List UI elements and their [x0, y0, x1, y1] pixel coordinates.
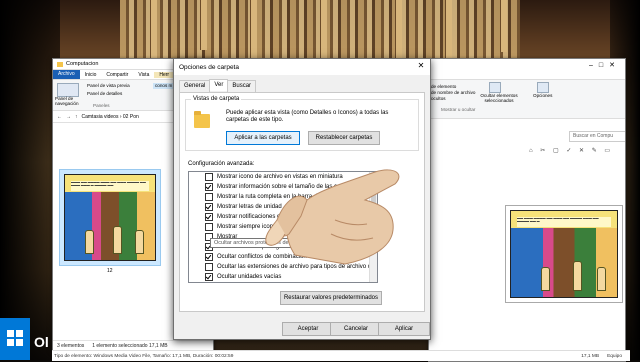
ribbon-item[interactable]: de elemento [431, 84, 456, 89]
setting-checkbox[interactable] [205, 263, 213, 271]
comic-figure [135, 230, 144, 254]
setting-checkbox[interactable] [205, 203, 213, 211]
tab-file[interactable]: Archivo [53, 70, 80, 79]
item-type-info: Tipo de elemento: Windows Media Video Fi… [54, 353, 234, 359]
comic-figure [85, 230, 94, 254]
up-icon[interactable]: ↑ [75, 114, 78, 120]
tab-tools[interactable]: Herr [154, 71, 175, 78]
options-icon[interactable] [537, 82, 549, 93]
nav-pane-icon[interactable] [57, 83, 79, 97]
advanced-settings-label: Configuración avanzada: [188, 161, 255, 167]
start-button[interactable] [0, 318, 30, 360]
tab-home[interactable]: Inicio [80, 72, 102, 78]
setting-checkbox[interactable] [205, 223, 213, 231]
preview-pane-label[interactable]: Panel de vista previa [87, 83, 130, 88]
folder-views-description: Puede aplicar esta vista (como Detalles … [226, 110, 389, 123]
dialog-titlebar: Opciones de carpeta ✕ [174, 59, 430, 75]
item-size: 17,1 MB [581, 353, 600, 359]
comic-caption: ▬▬ ▬▬▬ ▬▬▬▬ ▬▬ ▬▬▬ ▬▬ ▬▬▬▬ ▬▬▬ ▬▬ ▬▬▬▬ ▬… [517, 217, 611, 227]
right-explorer-window: –□✕ de elemento de nombre de archivo ocu… [428, 58, 626, 362]
setting-label: Ocultar unidades vacías [217, 274, 282, 280]
apply-to-folders-button[interactable]: Aplicar a las carpetas [226, 131, 300, 145]
preview-pane-image: ▬▬ ▬▬▬ ▬▬▬▬ ▬▬ ▬▬▬ ▬▬ ▬▬▬▬ ▬▬▬ ▬▬ ▬▬▬▬ ▬… [505, 205, 623, 303]
comic-figure [541, 267, 550, 291]
setting-checkbox[interactable] [205, 193, 213, 201]
nav-pane-label[interactable]: Panel de navegación [55, 96, 85, 106]
spire [395, 0, 402, 66]
dialog-title: Opciones de carpeta [179, 63, 239, 71]
comic-figure [573, 261, 582, 291]
spire [200, 0, 207, 50]
dialog-tabs: General Ver Buscar [179, 79, 257, 92]
search-input[interactable]: Buscar en Compu [569, 131, 625, 142]
ribbon-item[interactable]: ocultos [431, 96, 446, 101]
details-pane-label[interactable]: Panel de detalles [87, 91, 122, 96]
folder-views-label: Vistas de carpeta [191, 96, 242, 102]
folder-icon [194, 111, 210, 128]
tab-search[interactable]: Buscar [227, 80, 257, 92]
tab-view[interactable]: Ver [209, 79, 229, 91]
setting-row[interactable]: Ocultar unidades vacías [189, 272, 377, 282]
restore-defaults-button[interactable]: Restaurar valores predeterminados [280, 291, 382, 305]
back-icon[interactable]: ← [57, 114, 62, 120]
windows-logo-icon [7, 330, 23, 346]
forward-icon[interactable]: → [66, 114, 71, 120]
comic-caption: ▬▬▬ ▬▬ ▬▬▬▬ ▬▬▬ ▬▬ ▬▬▬ ▬▬▬▬ ▬▬ ▬▬▬ ▬▬▬ ▬… [71, 181, 149, 191]
reset-folders-button[interactable]: Restablecer carpetas [308, 131, 380, 145]
hide-selected-icon[interactable] [489, 82, 501, 93]
right-ribbon: de elemento de nombre de archivo ocultos… [429, 79, 625, 119]
folder-views-group: Vistas de carpeta Puede aplicar esta vis… [185, 96, 419, 151]
tab-general[interactable]: General [179, 80, 211, 92]
options-button[interactable]: Opciones [533, 93, 552, 98]
status-count: 3 elementos [57, 343, 85, 349]
setting-checkbox[interactable] [205, 173, 213, 181]
breadcrumb[interactable]: Camtasia videos › 02 Pon [82, 114, 139, 120]
device-label: Equipo [607, 353, 622, 359]
ribbon-group-label: Paneles [93, 103, 110, 108]
tab-share[interactable]: Compartir [101, 72, 133, 78]
video-thumbnail[interactable]: ▬▬▬ ▬▬ ▬▬▬▬ ▬▬▬ ▬▬ ▬▬▬ ▬▬▬▬ ▬▬ ▬▬▬ ▬▬▬ ▬… [59, 169, 161, 266]
setting-checkbox[interactable] [205, 253, 213, 261]
folder-icon [57, 61, 63, 67]
icons-option[interactable]: conos m [153, 83, 175, 89]
ribbon-item[interactable]: de nombre de archivo [431, 90, 475, 95]
details-status-bar: Tipo de elemento: Windows Media Video Fi… [52, 350, 630, 361]
partial-text: Ol [34, 334, 49, 350]
cancel-button[interactable]: Cancelar [330, 322, 382, 336]
ok-button[interactable]: Aceptar [282, 322, 334, 336]
ribbon-group-label: Mostrar u ocultar [441, 107, 476, 112]
tab-view[interactable]: Vista [133, 72, 154, 78]
comic-image: ▬▬▬ ▬▬ ▬▬▬▬ ▬▬▬ ▬▬ ▬▬▬ ▬▬▬▬ ▬▬ ▬▬▬ ▬▬▬ ▬… [64, 174, 156, 261]
apply-button[interactable]: Aplicar [378, 322, 430, 336]
hide-selected-button[interactable]: Ocultar elementos seleccionados [479, 93, 519, 103]
status-selected: 1 elemento seleccionado 17,1 MB [92, 343, 168, 349]
spire [150, 0, 157, 60]
preview-toolbar[interactable]: ⌂ ✂ ▢ ✓ ✕ ✎ ▭ [529, 147, 613, 154]
window-controls[interactable]: –□✕ [589, 61, 621, 69]
comic-image: ▬▬ ▬▬▬ ▬▬▬▬ ▬▬ ▬▬▬ ▬▬ ▬▬▬▬ ▬▬▬ ▬▬ ▬▬▬▬ ▬… [510, 210, 618, 298]
comic-figure [597, 267, 606, 291]
close-icon[interactable]: ✕ [416, 61, 426, 71]
setting-checkbox[interactable] [205, 213, 213, 221]
pointing-hand-image [265, 169, 400, 265]
shadow [0, 0, 60, 360]
setting-checkbox[interactable] [205, 273, 213, 281]
comic-figure [113, 226, 122, 254]
window-title: Computacion [66, 61, 99, 67]
thumbnail-label: 12 [107, 268, 113, 274]
spire [500, 0, 507, 52]
setting-checkbox[interactable] [205, 183, 213, 191]
spire [445, 0, 452, 58]
